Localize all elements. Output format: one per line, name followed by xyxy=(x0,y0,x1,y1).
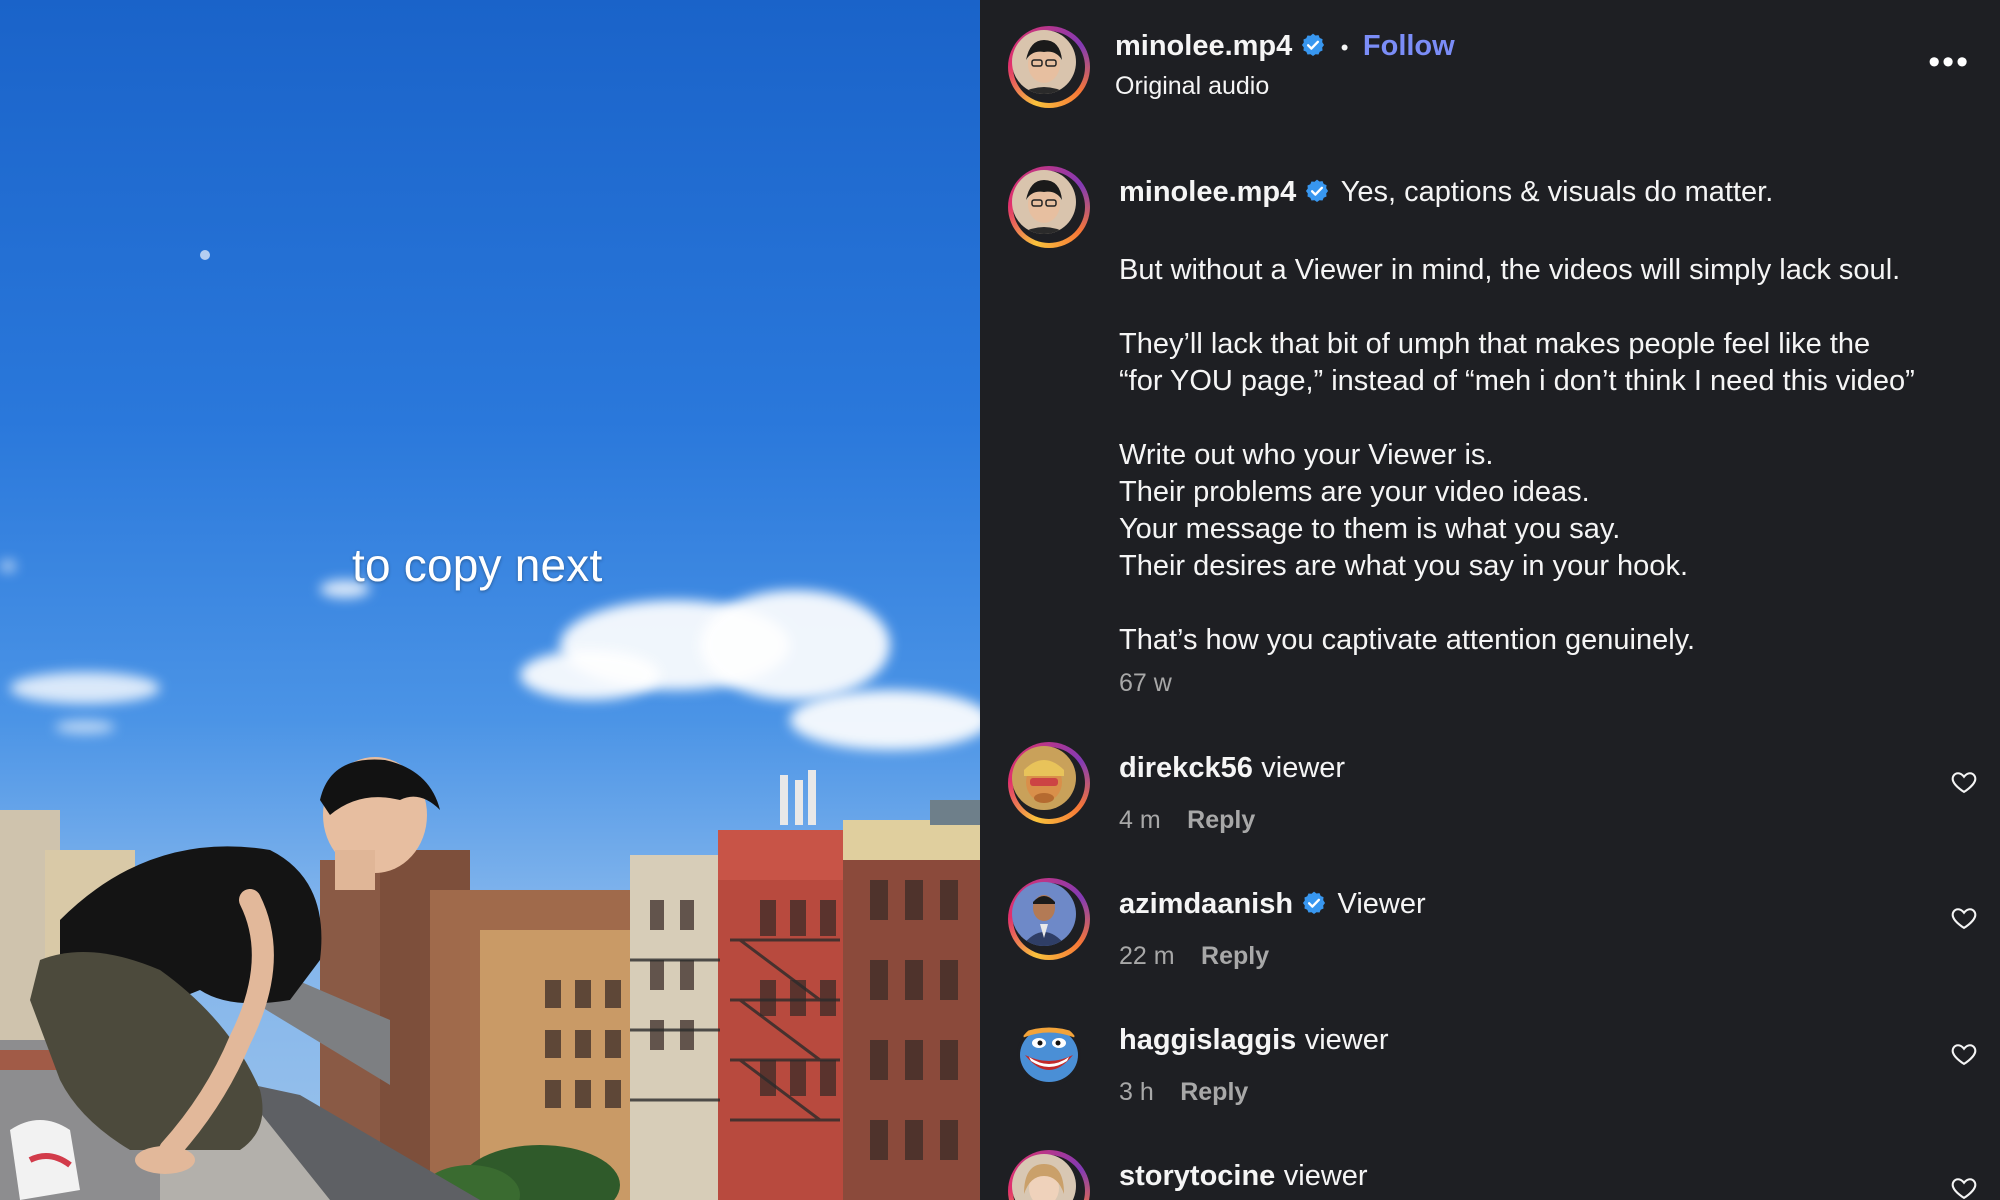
caption-line: Write out who your Viewer is. xyxy=(1119,439,1494,471)
comment-username[interactable]: storytocine xyxy=(1119,1160,1275,1192)
header-separator: • xyxy=(1340,35,1349,60)
author-face-icon xyxy=(1012,170,1076,234)
commenter-face-icon xyxy=(1012,882,1076,946)
audio-label[interactable]: Original audio xyxy=(1115,72,1269,101)
heart-icon[interactable] xyxy=(1950,904,1978,932)
comment-item: haggislaggis viewer 3 h Reply xyxy=(980,1014,2000,1134)
follow-button[interactable]: Follow xyxy=(1363,30,1455,62)
heart-icon[interactable] xyxy=(1950,1174,1978,1200)
video-caption: to copy next xyxy=(352,539,603,591)
comments-panel: minolee.mp4 • Follow Original audio ••• xyxy=(980,0,2000,1200)
reply-button[interactable]: Reply xyxy=(1201,942,1269,970)
caption-line: Your message to them is what you say. xyxy=(1119,513,1621,545)
commenter-avatar[interactable] xyxy=(1008,878,1090,960)
reel-video[interactable]: to copy next xyxy=(0,0,980,1200)
comment-item: direkck56 viewer 4 m Reply xyxy=(980,742,2000,862)
caption-author-avatar[interactable] xyxy=(1008,166,1090,248)
caption-timestamp: 67 w xyxy=(1119,669,1172,697)
comment-text: viewer xyxy=(1283,1160,1368,1192)
caption-line: Their desires are what you say in your h… xyxy=(1119,550,1688,582)
heart-icon[interactable] xyxy=(1950,768,1978,796)
comment-time: 22 m xyxy=(1119,942,1175,970)
caption-first-line: Yes, captions & visuals do matter. xyxy=(1340,176,1774,208)
commenter-face-icon xyxy=(1017,1023,1081,1087)
commenter-face-icon xyxy=(1012,746,1076,810)
comment-item: storytocine viewer xyxy=(980,1150,2000,1200)
rooftop-scene xyxy=(0,250,980,1200)
reply-button[interactable]: Reply xyxy=(1187,806,1255,834)
post-header: minolee.mp4 • Follow Original audio ••• xyxy=(980,0,2000,132)
verified-badge-icon xyxy=(1302,33,1325,57)
caption-username[interactable]: minolee.mp4 xyxy=(1119,176,1296,208)
verified-badge-icon xyxy=(1306,179,1329,203)
caption-line: Their problems are your video ideas. xyxy=(1119,476,1590,508)
heart-icon[interactable] xyxy=(1950,1040,1978,1068)
commenter-avatar[interactable] xyxy=(1008,1014,1090,1096)
caption-body: minolee.mp4 Yes, captions & visuals do m… xyxy=(1119,174,1979,698)
comment-text: viewer xyxy=(1261,752,1346,784)
header-username[interactable]: minolee.mp4 xyxy=(1115,30,1292,62)
more-options-icon[interactable]: ••• xyxy=(1928,45,1970,79)
comment-item: azimdaanish Viewer 22 m Reply xyxy=(980,878,2000,998)
commenter-avatar[interactable] xyxy=(1008,1150,1090,1200)
caption-line: That’s how you captivate attention genui… xyxy=(1119,624,1696,656)
caption-line: They’ll lack that bit of umph that makes… xyxy=(1119,328,1871,360)
comment-username[interactable]: haggislaggis xyxy=(1119,1024,1296,1056)
caption-line: But without a Viewer in mind, the videos… xyxy=(1119,254,1901,286)
commenter-avatar[interactable] xyxy=(1008,742,1090,824)
comment-text: Viewer xyxy=(1337,888,1426,920)
caption-line: “for YOU page,” instead of “meh i don’t … xyxy=(1119,365,1915,397)
reply-button[interactable]: Reply xyxy=(1180,1078,1248,1106)
author-face-icon xyxy=(1012,30,1076,94)
comment-username[interactable]: azimdaanish xyxy=(1119,888,1293,920)
comment-time: 3 h xyxy=(1119,1078,1154,1106)
comment-text: viewer xyxy=(1304,1024,1389,1056)
author-avatar[interactable] xyxy=(1008,26,1090,108)
header-title-row: minolee.mp4 • Follow xyxy=(1115,30,1455,63)
comment-time: 4 m xyxy=(1119,806,1161,834)
verified-badge-icon xyxy=(1303,891,1326,915)
comment-username[interactable]: direkck56 xyxy=(1119,752,1253,784)
